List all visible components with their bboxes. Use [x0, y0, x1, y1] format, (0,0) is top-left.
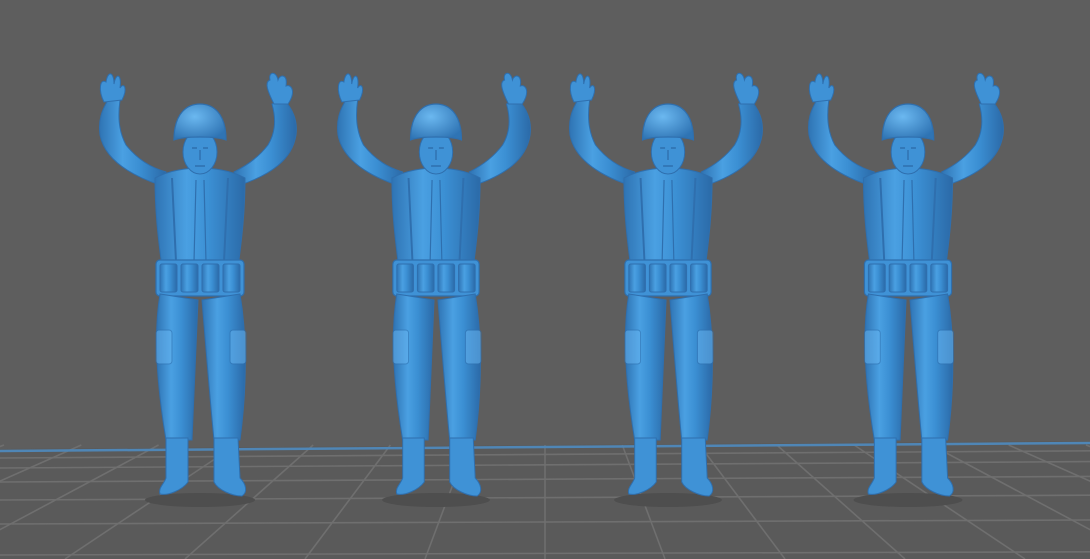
ammo-pouch — [888, 263, 907, 293]
ammo-pouch — [909, 263, 928, 293]
ammo-pouch — [416, 263, 435, 293]
left-leg — [156, 293, 199, 441]
left-leg — [393, 293, 435, 441]
scene-canvas[interactable] — [0, 0, 1090, 559]
cargo-pocket — [229, 329, 247, 365]
ammo-pouch — [690, 263, 708, 293]
ammo-pouch — [628, 263, 646, 293]
ammo-pouch — [201, 263, 220, 293]
torso — [391, 167, 481, 269]
ammo-pouch — [867, 263, 886, 293]
torso — [862, 167, 954, 269]
ammo-pouch — [159, 263, 178, 293]
ammo-pouch — [669, 263, 688, 293]
ammo-pouch — [180, 263, 199, 293]
cargo-pocket — [624, 329, 642, 365]
ammo-pouch — [458, 263, 476, 293]
torso — [623, 167, 713, 269]
cargo-pocket — [392, 329, 410, 365]
ammo-pouch — [222, 263, 241, 293]
ammo-pouch — [396, 263, 414, 293]
torso — [154, 167, 246, 269]
left-leg — [625, 293, 667, 441]
left-leg — [864, 293, 907, 441]
ammo-pouch — [437, 263, 456, 293]
cargo-pocket — [696, 329, 714, 365]
ammo-pouch — [648, 263, 667, 293]
cargo-pocket — [155, 329, 173, 365]
ammo-pouch — [930, 263, 949, 293]
cargo-pocket — [937, 329, 955, 365]
cargo-pocket — [464, 329, 482, 365]
3d-viewport[interactable] — [0, 0, 1090, 559]
cargo-pocket — [863, 329, 881, 365]
